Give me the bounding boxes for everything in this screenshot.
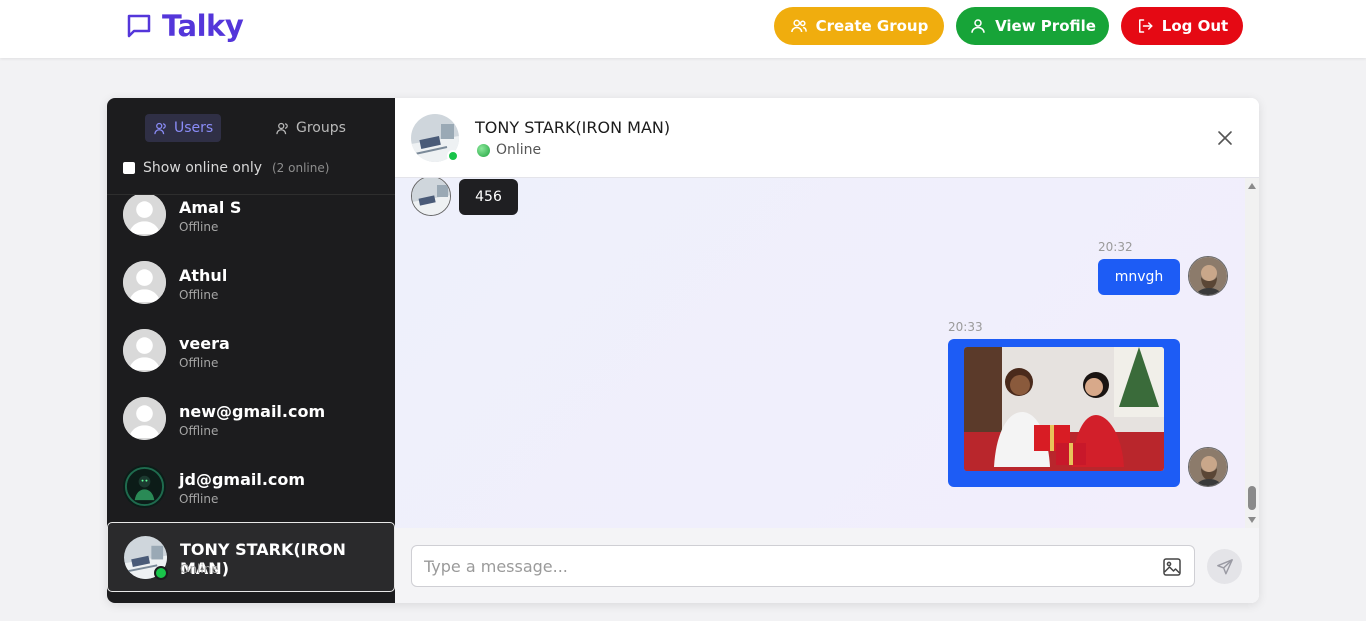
contact-name: TONY STARK(IRON MAN) xyxy=(475,118,671,137)
user-icon xyxy=(154,122,166,134)
user-icon xyxy=(971,19,985,33)
user-list-item[interactable]: veera Offline xyxy=(107,325,395,393)
chat-header: TONY STARK(IRON MAN) Online xyxy=(395,98,1259,178)
sidebar-tabs: Users Groups xyxy=(107,114,395,144)
default-avatar-icon xyxy=(123,397,166,440)
scroll-down-arrow-icon[interactable] xyxy=(1248,517,1256,523)
message-composer xyxy=(395,528,1259,603)
message-input[interactable] xyxy=(424,546,1144,586)
online-filter-label: Show online only xyxy=(143,160,262,176)
default-avatar-icon xyxy=(123,261,166,304)
user-list: Amal S Offline Athul Offline veera Offli… xyxy=(107,195,395,603)
view-profile-label: View Profile xyxy=(995,17,1096,35)
send-icon xyxy=(1216,558,1233,574)
user-name: new@gmail.com xyxy=(179,402,326,421)
log-out-label: Log Out xyxy=(1161,17,1229,35)
users-icon xyxy=(276,122,288,134)
scroll-up-arrow-icon[interactable] xyxy=(1248,183,1256,189)
chat-app-card: Users Groups Show online only (2 online)… xyxy=(107,98,1259,603)
photo-image xyxy=(964,347,1164,471)
bearded-man-avatar-icon xyxy=(1189,448,1227,486)
avatar xyxy=(123,397,166,440)
create-group-button[interactable]: Create Group xyxy=(774,7,944,45)
outgoing-image-message[interactable] xyxy=(948,339,1180,487)
avatar xyxy=(123,195,166,236)
online-status-dot xyxy=(447,150,459,162)
my-avatar xyxy=(1188,256,1228,296)
online-count: (2 online) xyxy=(272,161,330,175)
chat-bubble-icon xyxy=(127,14,151,38)
incoming-message[interactable]: 456 xyxy=(459,179,518,215)
contact-status: Online xyxy=(477,142,541,158)
desk-avatar-icon xyxy=(412,178,450,215)
message-scrollbar[interactable] xyxy=(1245,178,1259,528)
online-indicator-icon xyxy=(477,143,490,157)
user-status: Offline xyxy=(179,288,219,302)
send-button[interactable] xyxy=(1207,549,1242,584)
sender-avatar xyxy=(411,178,451,216)
tab-groups[interactable]: Groups xyxy=(267,114,354,142)
user-status: Online xyxy=(180,562,219,576)
user-list-item[interactable]: Athul Offline xyxy=(107,257,395,325)
contact-status-text: Online xyxy=(496,142,542,158)
message-list[interactable]: 456 20:32 mnvgh 20:33 xyxy=(395,178,1245,528)
chat-panel: TONY STARK(IRON MAN) Online 456 20:32 mn… xyxy=(395,98,1259,603)
avatar xyxy=(123,261,166,304)
user-list-item[interactable]: Amal S Offline xyxy=(107,195,395,257)
user-list-item-active[interactable]: TONY STARK(IRON MAN) Online xyxy=(107,522,395,592)
user-name: Athul xyxy=(179,266,228,285)
user-list-item[interactable]: jd@gmail.com Offline xyxy=(107,461,395,529)
user-list-item[interactable]: new@gmail.com Offline xyxy=(107,393,395,461)
brand-name: Talky xyxy=(162,9,244,43)
logout-icon xyxy=(1138,19,1153,33)
avatar xyxy=(123,465,166,508)
user-status: Offline xyxy=(179,492,219,506)
user-status: Offline xyxy=(179,220,219,234)
sidebar: Users Groups Show online only (2 online)… xyxy=(107,98,395,603)
users-icon xyxy=(790,19,807,33)
online-filter: Show online only (2 online) xyxy=(123,160,329,176)
message-input-wrapper xyxy=(411,545,1195,587)
close-icon[interactable] xyxy=(1215,128,1235,148)
bearded-man-avatar-icon xyxy=(1189,257,1227,295)
default-avatar-icon xyxy=(123,195,166,236)
outgoing-message[interactable]: mnvgh xyxy=(1098,259,1180,295)
avatar xyxy=(123,329,166,372)
user-name: Amal S xyxy=(179,198,242,217)
show-online-checkbox[interactable] xyxy=(123,162,135,174)
tab-users-label: Users xyxy=(174,120,214,136)
create-group-label: Create Group xyxy=(815,17,929,35)
scroll-thumb[interactable] xyxy=(1248,486,1256,510)
tab-users[interactable]: Users xyxy=(145,114,222,142)
user-name: veera xyxy=(179,334,230,353)
log-out-button[interactable]: Log Out xyxy=(1121,7,1243,45)
shared-photo[interactable] xyxy=(964,347,1164,471)
image-upload-icon[interactable] xyxy=(1162,557,1182,577)
message-time: 20:32 xyxy=(1098,240,1133,254)
user-name: jd@gmail.com xyxy=(179,470,306,489)
user-status: Offline xyxy=(179,424,219,438)
top-bar: Talky Create Group View Profile Log Out xyxy=(0,0,1366,58)
tab-groups-label: Groups xyxy=(296,120,346,136)
user-status: Offline xyxy=(179,356,219,370)
hacker-avatar-icon xyxy=(123,465,166,508)
message-time: 20:33 xyxy=(948,320,983,334)
brand-logo[interactable]: Talky xyxy=(124,9,244,43)
view-profile-button[interactable]: View Profile xyxy=(956,7,1109,45)
online-status-dot xyxy=(154,566,168,580)
my-avatar xyxy=(1188,447,1228,487)
default-avatar-icon xyxy=(123,329,166,372)
